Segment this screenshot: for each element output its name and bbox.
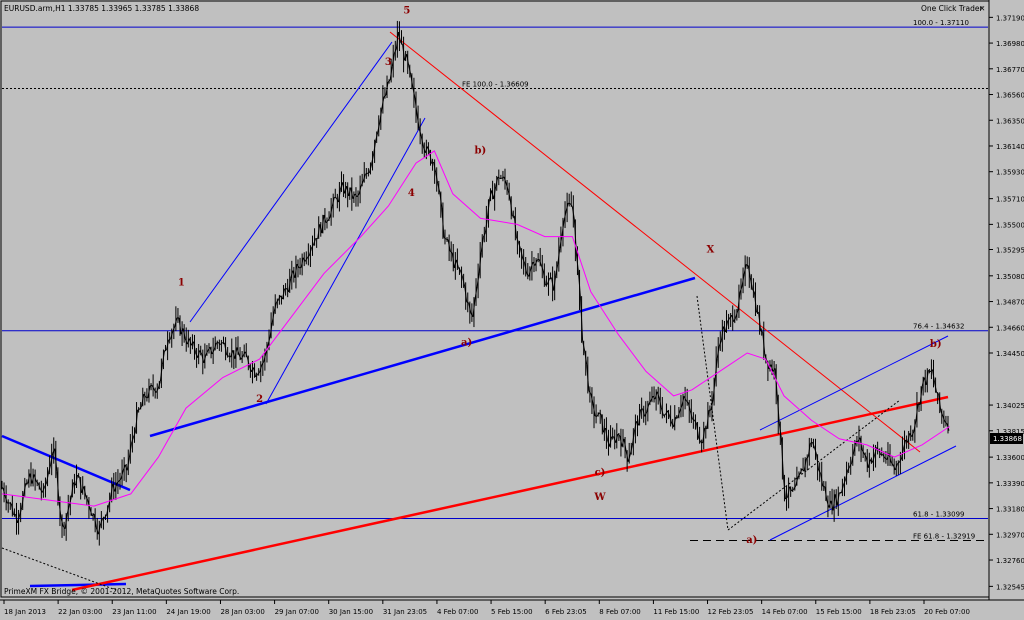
y-tick-label: 1.32545 [996, 583, 1024, 591]
level-label: 76.4 - 1.34632 [913, 323, 965, 331]
y-tick-label: 1.32970 [996, 531, 1024, 539]
y-tick-label: 1.36350 [996, 117, 1024, 125]
price-chart[interactable]: 100.0 - 1.37110 FE 100.0 - 1.36609 76.4 - … [0, 0, 1024, 620]
wave-label: 5 [403, 6, 410, 17]
wave-label: b) [475, 145, 487, 156]
x-tick-label: 15 Feb 15:00 [816, 608, 862, 616]
level-label: FE 100.0 - 1.36609 [462, 81, 529, 89]
y-tick-label: 1.34870 [996, 299, 1024, 307]
x-tick-label: 4 Feb 07:00 [437, 608, 478, 616]
y-tick-label: 1.33390 [996, 480, 1024, 488]
candle-body [822, 485, 825, 488]
wave-label: a) [746, 535, 757, 546]
level-label: FE 61.8 - 1.32919 [913, 533, 975, 541]
x-tick-label: 6 Feb 23:05 [545, 608, 586, 616]
y-tick-label: 1.36980 [996, 40, 1024, 48]
wave-label: X [707, 245, 715, 256]
x-tick-label: 5 Feb 15:00 [491, 608, 532, 616]
wave-label: b) [930, 339, 942, 350]
x-tick-label: 31 Jan 23:05 [383, 608, 427, 616]
x-tick-label: 18 Jan 2013 [4, 608, 46, 616]
y-tick-label: 1.37190 [996, 14, 1024, 22]
y-tick-label: 1.34025 [996, 402, 1024, 410]
close-icon[interactable]: ✕ [979, 4, 985, 13]
x-tick-label: 12 Feb 23:05 [708, 608, 754, 616]
level-label: 100.0 - 1.37110 [913, 19, 969, 27]
wave-label: c) [595, 468, 606, 479]
x-tick-label: 29 Jan 07:00 [275, 608, 319, 616]
level-label: 61.8 - 1.33099 [913, 510, 965, 518]
x-tick-label: 14 Feb 07:00 [762, 608, 808, 616]
wave-label: a) [461, 338, 472, 349]
chart-title: EURUSD.arm,H1 1.33785 1.33965 1.33785 1.… [4, 4, 199, 13]
chart-background [0, 0, 1024, 620]
y-tick-label: 1.36560 [996, 92, 1024, 100]
y-tick-label: 1.35295 [996, 246, 1024, 254]
candle-body [568, 202, 571, 205]
wave-label: W [593, 492, 606, 503]
y-tick-label: 1.35500 [996, 221, 1024, 229]
wave-label: 4 [408, 188, 415, 199]
x-tick-label: 8 Feb 07:00 [599, 608, 640, 616]
y-tick-label: 1.35930 [996, 169, 1024, 177]
y-tick-label: 1.34450 [996, 350, 1024, 358]
y-tick-label: 1.35080 [996, 273, 1024, 281]
candle-body [216, 342, 219, 344]
x-tick-label: 11 Feb 15:00 [653, 608, 699, 616]
one-click-trader-button[interactable]: One Click Trader [921, 4, 983, 13]
y-tick-label: 1.36770 [996, 66, 1024, 74]
x-tick-label: 24 Jan 19:00 [166, 608, 210, 616]
y-tick-label: 1.33180 [996, 506, 1024, 514]
y-tick-label: 1.36140 [996, 143, 1024, 151]
x-tick-label: 28 Jan 03:00 [220, 608, 264, 616]
x-tick-label: 18 Feb 23:05 [870, 608, 916, 616]
x-tick-label: 20 Feb 07:00 [924, 608, 970, 616]
y-tick-label: 1.35710 [996, 196, 1024, 204]
y-tick-label: 1.34660 [996, 324, 1024, 332]
x-tick-label: 22 Jan 03:00 [58, 608, 102, 616]
copyright-text: PrimeXM FX Bridge, © 2001-2012, MetaQuot… [4, 587, 239, 596]
wave-label: 1 [178, 278, 185, 289]
y-tick-label: 1.32760 [996, 557, 1024, 565]
y-tick-label: 1.33600 [996, 454, 1024, 462]
wave-label: 2 [256, 394, 263, 405]
x-tick-label: 23 Jan 11:00 [112, 608, 156, 616]
last-price-value: 1.33868 [993, 435, 1022, 443]
wave-label: 3 [385, 57, 392, 68]
x-tick-label: 30 Jan 15:00 [329, 608, 373, 616]
